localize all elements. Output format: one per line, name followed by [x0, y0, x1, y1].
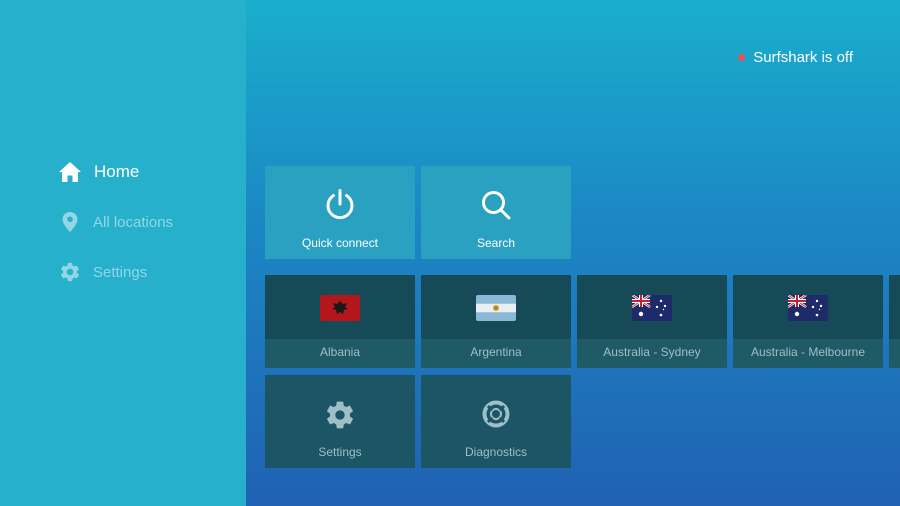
tile-label: Quick connect — [301, 236, 379, 250]
gear-icon — [265, 399, 415, 431]
power-icon — [265, 188, 415, 222]
location-tile-albania[interactable]: Albania — [265, 275, 415, 368]
search-icon — [421, 188, 571, 222]
sidebar: Home All locations Settings — [0, 0, 246, 506]
tile-label: Australia - Sydney — [603, 345, 701, 359]
sidebar-item-label: All locations — [93, 213, 174, 231]
australia-flag-icon — [788, 295, 828, 321]
sidebar-item-all-locations[interactable]: All locations — [58, 210, 173, 234]
tile-label: Argentina — [470, 345, 522, 359]
gear-icon — [58, 260, 82, 284]
tile-label: Search — [476, 236, 516, 250]
vpn-status: Surfshark is off — [738, 49, 853, 66]
search-tile[interactable]: Search — [421, 166, 571, 259]
home-icon — [58, 160, 82, 184]
settings-tile[interactable]: Settings — [265, 375, 415, 468]
tile-label: Diagnostics — [464, 445, 528, 459]
tile-label: Albania — [319, 345, 361, 359]
location-tile-australia-melbourne[interactable]: Australia - Melbourne — [733, 275, 883, 368]
lifebuoy-icon — [421, 399, 571, 429]
sidebar-item-settings[interactable]: Settings — [58, 260, 147, 284]
location-pin-icon — [58, 210, 82, 234]
australia-flag-icon — [632, 295, 672, 321]
location-tile-australia-sydney[interactable]: Australia - Sydney — [577, 275, 727, 368]
status-text: Surfshark is off — [753, 49, 853, 66]
tv-app-screen: Home All locations Settings Surfshark is… — [0, 0, 900, 506]
location-tile-partial[interactable] — [889, 275, 900, 368]
argentina-flag-icon — [476, 295, 516, 321]
tile-label: Settings — [318, 445, 362, 459]
sidebar-item-label: Settings — [93, 263, 148, 281]
quick-connect-tile[interactable]: Quick connect — [265, 166, 415, 259]
albania-flag-icon — [320, 295, 360, 321]
sidebar-item-home[interactable]: Home — [58, 160, 139, 184]
status-indicator-dot — [738, 54, 746, 61]
location-tile-argentina[interactable]: Argentina — [421, 275, 571, 368]
tile-label: Australia - Melbourne — [750, 345, 866, 359]
diagnostics-tile[interactable]: Diagnostics — [421, 375, 571, 468]
sidebar-item-label: Home — [94, 162, 140, 181]
